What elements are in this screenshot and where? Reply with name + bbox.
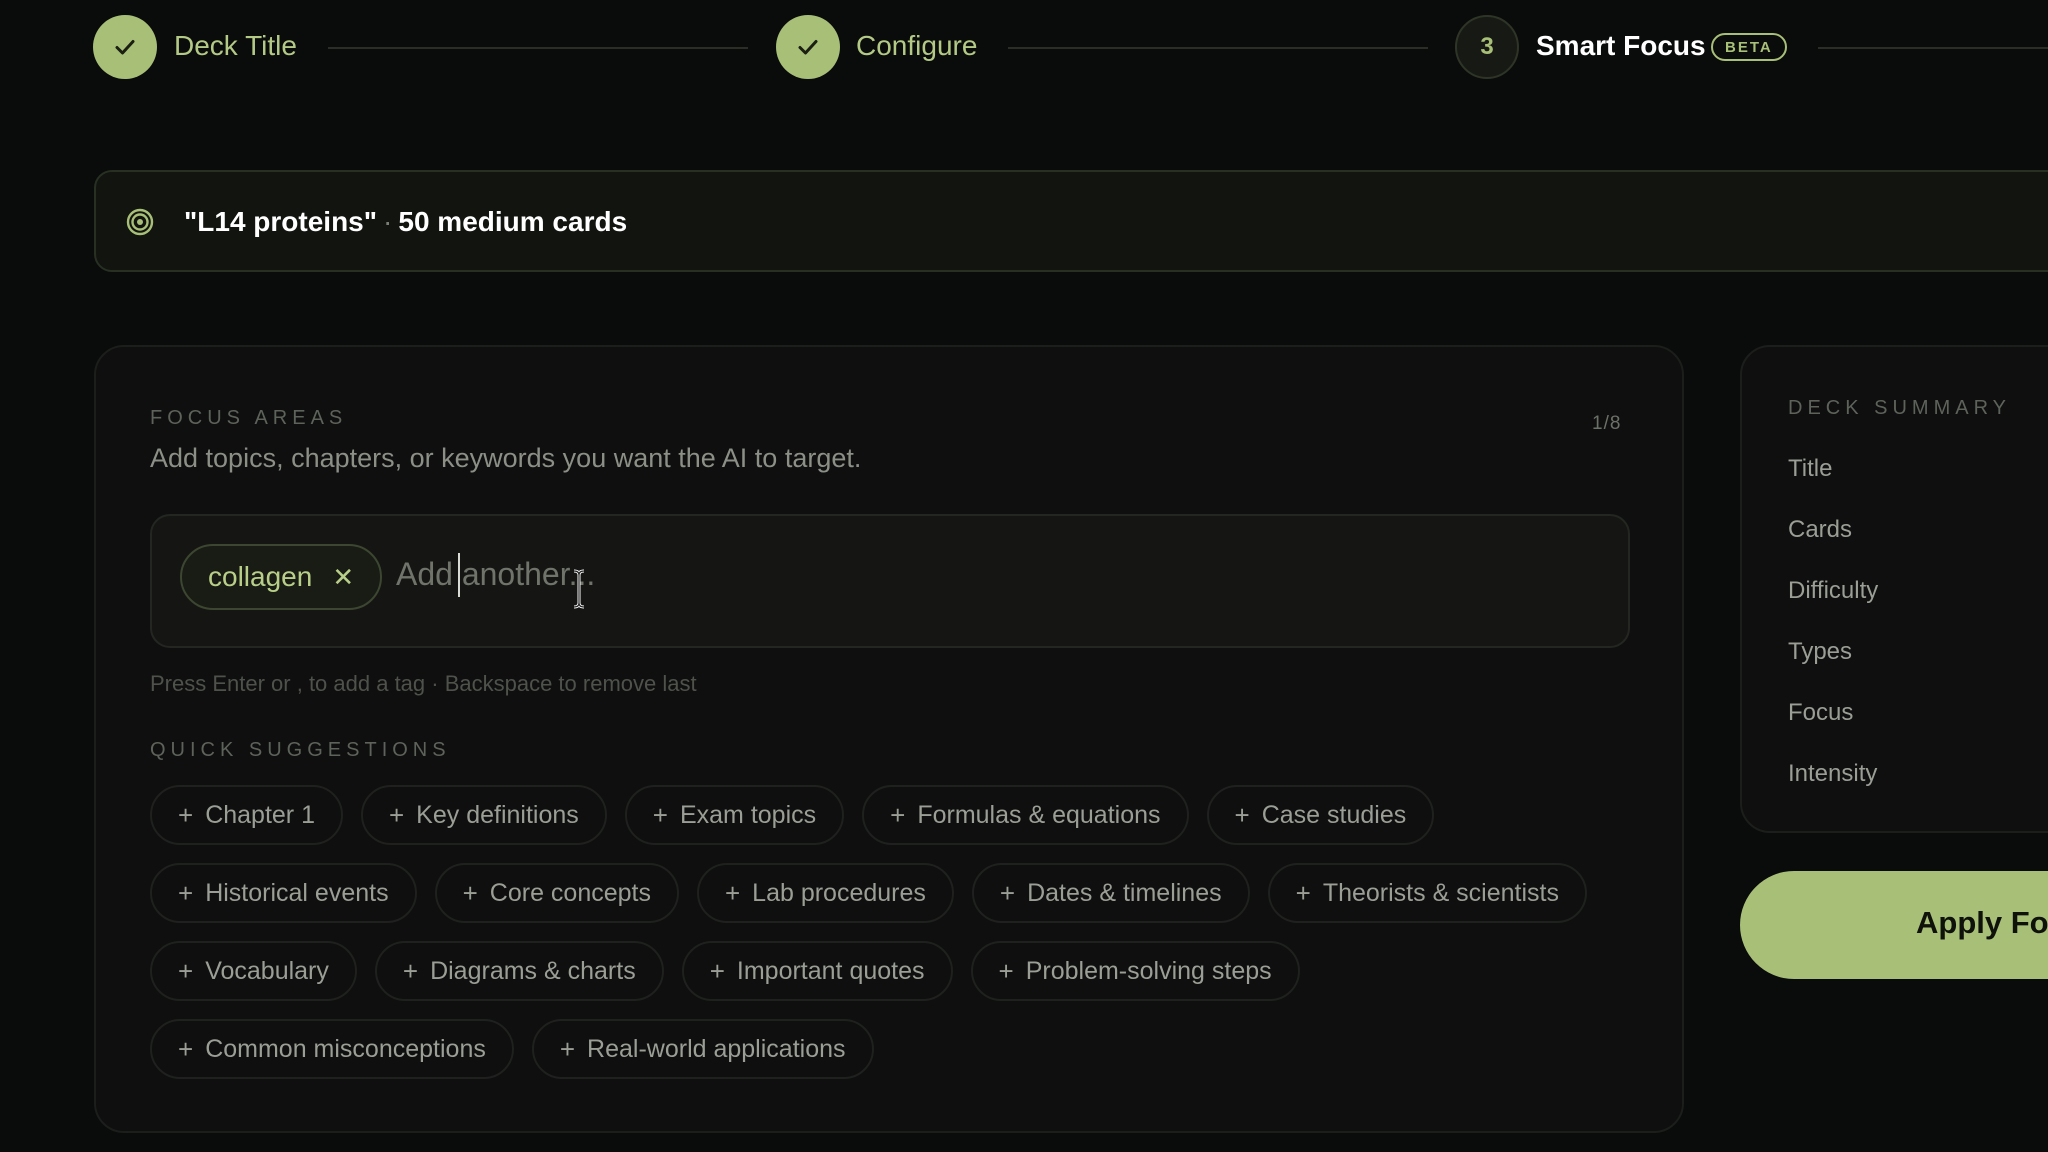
suggestion-chip[interactable]: + Case studies	[1206, 785, 1435, 845]
suggestion-label: Problem-solving steps	[1025, 956, 1272, 985]
plus-icon: +	[462, 878, 478, 908]
tag-input-hint: Press Enter or , to add a tag · Backspac…	[150, 671, 697, 696]
step-connector	[1008, 47, 1428, 49]
step-configure-label[interactable]: Configure	[856, 28, 977, 64]
apply-focus-label: Apply Fo	[1916, 905, 2048, 940]
summary-row-cards: Cards	[1788, 516, 1853, 543]
checkmark-icon	[798, 40, 818, 55]
plus-icon: +	[652, 800, 668, 830]
suggestion-label: Common misconceptions	[205, 1034, 486, 1063]
target-icon	[126, 208, 154, 236]
suggestion-label: Diagrams & charts	[430, 956, 636, 985]
suggestion-chip[interactable]: + Chapter 1	[150, 785, 343, 845]
suggestion-label: Formulas & equations	[917, 800, 1161, 829]
deck-card-count: 50 medium cards	[398, 206, 628, 237]
step-connector	[328, 47, 748, 49]
plus-icon: +	[178, 878, 194, 908]
close-icon[interactable]: ✕	[332, 564, 354, 590]
quick-suggestions: + Chapter 1 + Key definitions + Exam topics…	[150, 785, 1650, 1097]
suggestion-chip[interactable]: + Lab procedures	[696, 863, 954, 923]
suggestion-chip[interactable]: + Vocabulary	[150, 941, 357, 1001]
step-deck-title-check[interactable]	[93, 15, 157, 79]
step-deck-title-label[interactable]: Deck Title	[174, 28, 297, 64]
focus-areas-panel: FOCUS AREAS 1/8 Add topics, chapters, or…	[94, 345, 1684, 1133]
plus-icon: +	[178, 800, 194, 830]
plus-icon: +	[1295, 878, 1311, 908]
focus-areas-description: Add topics, chapters, or keywords you wa…	[150, 443, 862, 473]
deck-banner: "L14 proteins" · 50 medium cards	[94, 170, 2048, 272]
plus-icon: +	[1234, 800, 1250, 830]
suggestion-label: Core concepts	[489, 878, 651, 907]
plus-icon: +	[709, 956, 725, 986]
suggestion-chip[interactable]: + Historical events	[150, 863, 417, 923]
focus-tag-count: 1/8	[1592, 413, 1622, 434]
quick-suggestions-heading: QUICK SUGGESTIONS	[150, 739, 451, 761]
plus-icon: +	[999, 878, 1016, 908]
summary-row-focus: Focus	[1788, 699, 1854, 726]
stepper: Deck Title Configure 3 Smart Focus BETA	[0, 0, 2048, 96]
deck-summary-heading: DECK SUMMARY	[1788, 397, 2011, 419]
plus-icon: +	[998, 956, 1014, 986]
focus-areas-heading: FOCUS AREAS	[150, 407, 348, 429]
plus-icon: +	[402, 956, 419, 986]
beta-badge: BETA	[1711, 33, 1787, 61]
suggestion-label: Real-world applications	[587, 1034, 846, 1063]
step-configure-check[interactable]	[776, 15, 840, 79]
suggestion-label: Dates & timelines	[1027, 878, 1222, 907]
suggestion-chip[interactable]: + Important quotes	[681, 941, 953, 1001]
step-connector	[1818, 47, 2048, 49]
step-smart-focus-number: 3	[1455, 15, 1519, 79]
step-smart-focus-label: Smart Focus	[1536, 30, 1706, 61]
suggestion-label: Historical events	[205, 878, 389, 907]
checkmark-icon	[115, 40, 135, 55]
suggestion-label: Key definitions	[416, 800, 579, 829]
deck-summary-panel: DECK SUMMARY Title Cards Difficulty Type…	[1740, 345, 2048, 833]
suggestion-chip[interactable]: + Theorists & scientists	[1267, 863, 1587, 923]
suggestion-chip[interactable]: + Core concepts	[434, 863, 679, 923]
text-caret	[458, 553, 460, 597]
plus-icon: +	[724, 878, 741, 908]
tag-chip-label: collagen	[208, 561, 313, 592]
suggestion-chip[interactable]: + Problem-solving steps	[970, 941, 1300, 1001]
suggestion-chip[interactable]: + Key definitions	[360, 785, 607, 845]
tag-input-box[interactable]: collagen ✕	[150, 514, 1630, 648]
plus-icon: +	[388, 800, 405, 830]
text-cursor-icon	[573, 569, 585, 609]
summary-row-intensity: Intensity	[1788, 760, 1878, 787]
apply-focus-button[interactable]: Apply Fo	[1740, 871, 2048, 979]
suggestion-label: Theorists & scientists	[1322, 878, 1559, 907]
suggestion-label: Vocabulary	[205, 956, 329, 985]
deck-banner-text: "L14 proteins" · 50 medium cards	[184, 204, 627, 240]
summary-row-title: Title	[1788, 455, 1833, 482]
suggestion-label: Lab procedures	[752, 878, 926, 907]
summary-row-difficulty: Difficulty	[1788, 577, 1879, 604]
suggestion-chip[interactable]: + Exam topics	[624, 785, 845, 845]
suggestion-chip[interactable]: + Real-world applications	[531, 1019, 874, 1079]
plus-icon: +	[559, 1034, 576, 1064]
suggestion-label: Case studies	[1261, 800, 1407, 829]
suggestion-label: Important quotes	[736, 956, 925, 985]
suggestion-label: Exam topics	[679, 800, 817, 829]
suggestion-chip[interactable]: + Diagrams & charts	[374, 941, 664, 1001]
summary-row-types: Types	[1788, 638, 1853, 665]
plus-icon: +	[890, 800, 906, 830]
plus-icon: +	[178, 1034, 194, 1064]
suggestion-chip[interactable]: + Common misconceptions	[150, 1019, 514, 1079]
deck-title: "L14 proteins"	[184, 206, 378, 237]
suggestion-chip[interactable]: + Formulas & equations	[862, 785, 1189, 845]
suggestion-chip[interactable]: + Dates & timelines	[971, 863, 1250, 923]
tag-chip: collagen ✕	[180, 544, 383, 610]
plus-icon: +	[178, 956, 194, 986]
suggestion-label: Chapter 1	[205, 800, 315, 829]
banner-separator: ·	[383, 206, 393, 237]
